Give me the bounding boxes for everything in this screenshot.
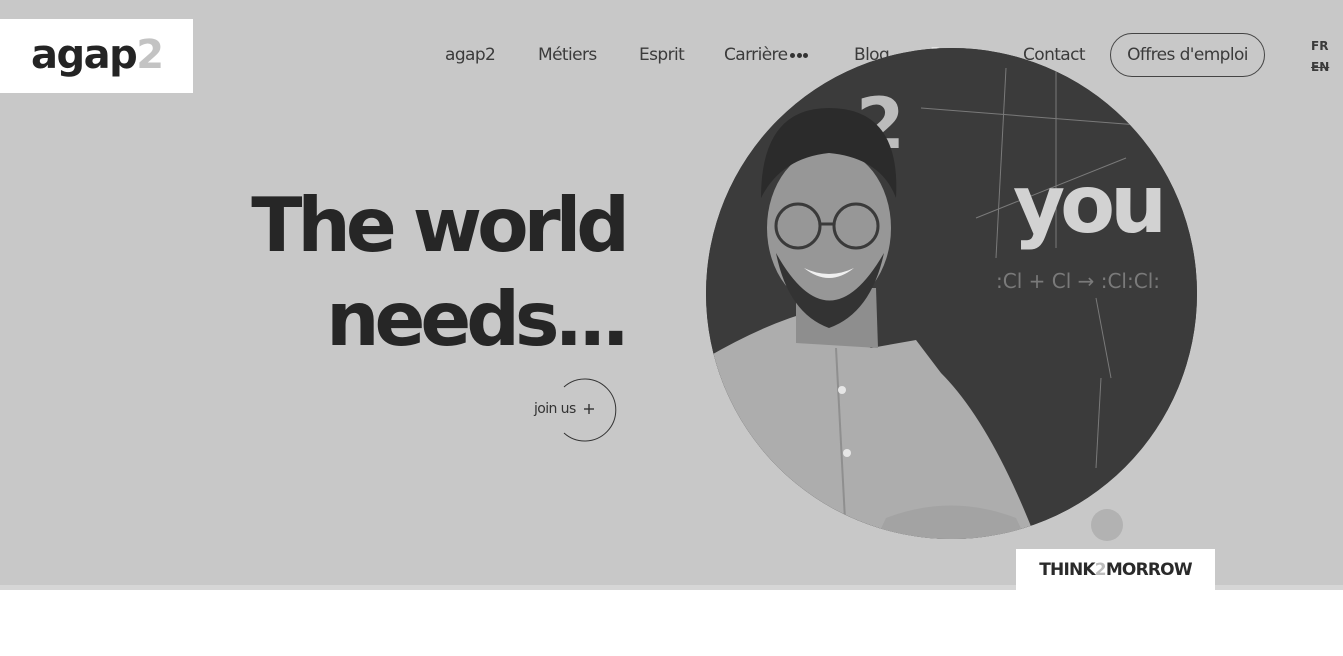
nav-item-metiers[interactable]: Métiers <box>538 43 597 67</box>
person-portrait-image: :Cl + Cl → :Cl:Cl: 2 <box>706 48 1197 539</box>
language-en[interactable]: EN <box>1311 60 1329 74</box>
nav-item-agap2[interactable]: agap2 <box>445 43 496 67</box>
headline-line-1: The world <box>251 181 630 269</box>
nav-item-carriere[interactable]: Carrière <box>724 43 810 67</box>
hero-photo: :Cl + Cl → :Cl:Cl: 2 <box>706 48 1197 539</box>
hero-headline: The world needs... <box>240 178 630 366</box>
hero-section: agap2 agap2 Métiers Esprit Carrière Blog… <box>0 0 1343 590</box>
headline-line-2: needs... <box>326 275 630 363</box>
join-us-link[interactable]: join us <box>534 377 624 442</box>
svg-text::Cl + Cl → :Cl:Cl:: :Cl + Cl → :Cl:Cl: <box>996 269 1160 293</box>
accent-word-you: you <box>1013 158 1167 251</box>
nav-item-carriere-label: Carrière <box>724 45 788 65</box>
plus-icon <box>563 378 617 442</box>
job-offers-button[interactable]: Offres d'emploi <box>1110 33 1265 77</box>
more-dots-icon <box>790 41 810 65</box>
language-fr[interactable]: FR <box>1311 39 1328 53</box>
slider-dot[interactable] <box>1091 509 1123 541</box>
nav-item-esprit[interactable]: Esprit <box>639 43 685 67</box>
tagline-text: THINK2MORROW <box>1039 559 1192 580</box>
tagline-box: THINK2MORROW <box>1016 549 1215 590</box>
